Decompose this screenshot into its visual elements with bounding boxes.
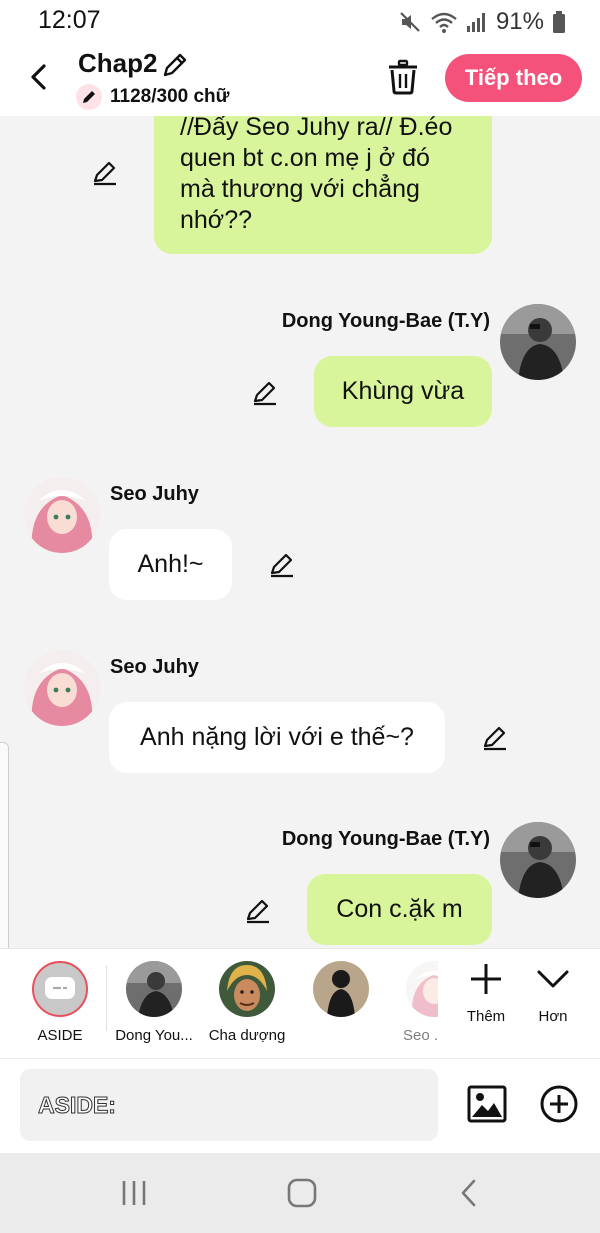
character-unnamed[interactable] bbox=[298, 961, 384, 1027]
message-bubble[interactable]: Khùng vừa bbox=[314, 356, 492, 427]
add-circle-icon bbox=[540, 1085, 578, 1123]
home-icon bbox=[287, 1178, 317, 1208]
divider bbox=[106, 965, 107, 1031]
character-avatar bbox=[406, 961, 438, 1017]
header: Chap2 1128/300 chữ Tiếp theo bbox=[0, 40, 600, 116]
more-button[interactable]: Thêm bbox=[458, 959, 514, 1025]
character-label: Seo . bbox=[403, 1027, 438, 1044]
system-back-button[interactable] bbox=[450, 1175, 490, 1211]
chat-bubble-icon bbox=[45, 977, 75, 999]
message-text: Con c.ặk m bbox=[336, 895, 463, 923]
pencil-icon[interactable] bbox=[251, 378, 279, 406]
message-text: Khùng vừa bbox=[341, 377, 465, 405]
plus-icon bbox=[471, 964, 501, 994]
trash-icon bbox=[389, 59, 417, 95]
collapse-button[interactable]: Hơn bbox=[525, 959, 581, 1025]
recent-apps-button[interactable] bbox=[114, 1175, 154, 1211]
message-text: Anh!~ bbox=[137, 550, 204, 578]
status-icons: 91% bbox=[398, 8, 566, 36]
signal-icon bbox=[466, 13, 485, 32]
mute-icon bbox=[400, 12, 420, 32]
character-label: Cha dượng bbox=[208, 1027, 286, 1044]
character-seo-juhy[interactable]: Seo . bbox=[390, 961, 438, 1044]
pencil-icon[interactable] bbox=[91, 158, 119, 186]
pencil-icon[interactable] bbox=[481, 723, 509, 751]
next-button[interactable]: Tiếp theo bbox=[445, 54, 582, 102]
image-button[interactable] bbox=[466, 1083, 508, 1125]
sender-name: Dong Young-Bae (T.Y) bbox=[281, 828, 490, 850]
sender-name: Dong Young-Bae (T.Y) bbox=[281, 310, 490, 332]
sender-name: Seo Juhy bbox=[110, 483, 199, 505]
aside-avatar bbox=[32, 961, 88, 1017]
character-dong-young-bae[interactable]: Dong You... bbox=[111, 961, 197, 1044]
message-text: Anh nặng lời với e thế~? bbox=[140, 723, 414, 751]
avatar-dong-young-bae[interactable] bbox=[500, 304, 576, 380]
system-nav-bar bbox=[0, 1153, 600, 1233]
character-avatar bbox=[126, 961, 182, 1017]
collapse-label: Hơn bbox=[538, 1008, 568, 1025]
character-cha-duong[interactable]: Cha dượng bbox=[204, 961, 290, 1044]
chapter-title[interactable]: Chap2 bbox=[78, 48, 157, 79]
character-label: Dong You... bbox=[115, 1027, 193, 1044]
character-aside[interactable]: ASIDE bbox=[17, 961, 103, 1044]
message-bubble[interactable]: Con c.ặk m bbox=[307, 874, 492, 945]
message-input[interactable] bbox=[20, 1069, 438, 1141]
message-bubble[interactable]: Anh nặng lời với e thế~? bbox=[109, 702, 445, 773]
status-time: 12:07 bbox=[38, 6, 101, 34]
chevron-down-icon bbox=[537, 970, 569, 988]
word-count-badge bbox=[76, 84, 102, 110]
character-avatar bbox=[313, 961, 369, 1017]
scroll-handle[interactable] bbox=[0, 742, 9, 972]
pencil-icon[interactable] bbox=[268, 550, 296, 578]
pencil-icon[interactable] bbox=[244, 896, 272, 924]
character-avatar bbox=[219, 961, 275, 1017]
back-arrow-icon bbox=[31, 64, 46, 90]
home-button[interactable] bbox=[282, 1175, 322, 1211]
chat-area[interactable]: //Đấy Seo Juhy ra// Đ.éo quen bt c.on mẹ… bbox=[0, 116, 600, 948]
back-icon bbox=[461, 1179, 476, 1207]
more-label: Thêm bbox=[466, 1008, 506, 1025]
avatar-seo-juhy[interactable] bbox=[24, 477, 100, 553]
character-bar: ASIDE Dong You... Cha dượng Seo . Thêm H… bbox=[0, 948, 600, 1058]
word-count-text: 1128/300 chữ bbox=[110, 86, 230, 107]
input-bar bbox=[0, 1058, 600, 1153]
avatar-seo-juhy[interactable] bbox=[24, 650, 100, 726]
wifi-icon bbox=[431, 12, 457, 33]
battery-percent: 91% bbox=[495, 8, 544, 35]
message-bubble[interactable]: //Đấy Seo Juhy ra// Đ.éo quen bt c.on mẹ… bbox=[154, 116, 492, 254]
character-label: ASIDE bbox=[37, 1027, 83, 1044]
message-bubble[interactable]: Anh!~ bbox=[109, 529, 232, 600]
message-text: //Đấy Seo Juhy ra// Đ.éo quen bt c.on mẹ… bbox=[180, 116, 453, 234]
avatar-dong-young-bae[interactable] bbox=[500, 822, 576, 898]
image-icon bbox=[467, 1085, 507, 1123]
back-button[interactable] bbox=[24, 58, 54, 96]
word-count: 1128/300 chữ bbox=[76, 84, 229, 110]
sender-name: Seo Juhy bbox=[110, 656, 199, 678]
add-button[interactable] bbox=[538, 1083, 580, 1125]
pencil-icon[interactable] bbox=[160, 50, 190, 80]
delete-button[interactable] bbox=[386, 58, 420, 96]
recent-apps-icon bbox=[122, 1181, 146, 1205]
status-bar: 12:07 91% bbox=[0, 0, 600, 40]
battery-icon bbox=[553, 11, 565, 33]
pencil-icon bbox=[83, 91, 95, 103]
